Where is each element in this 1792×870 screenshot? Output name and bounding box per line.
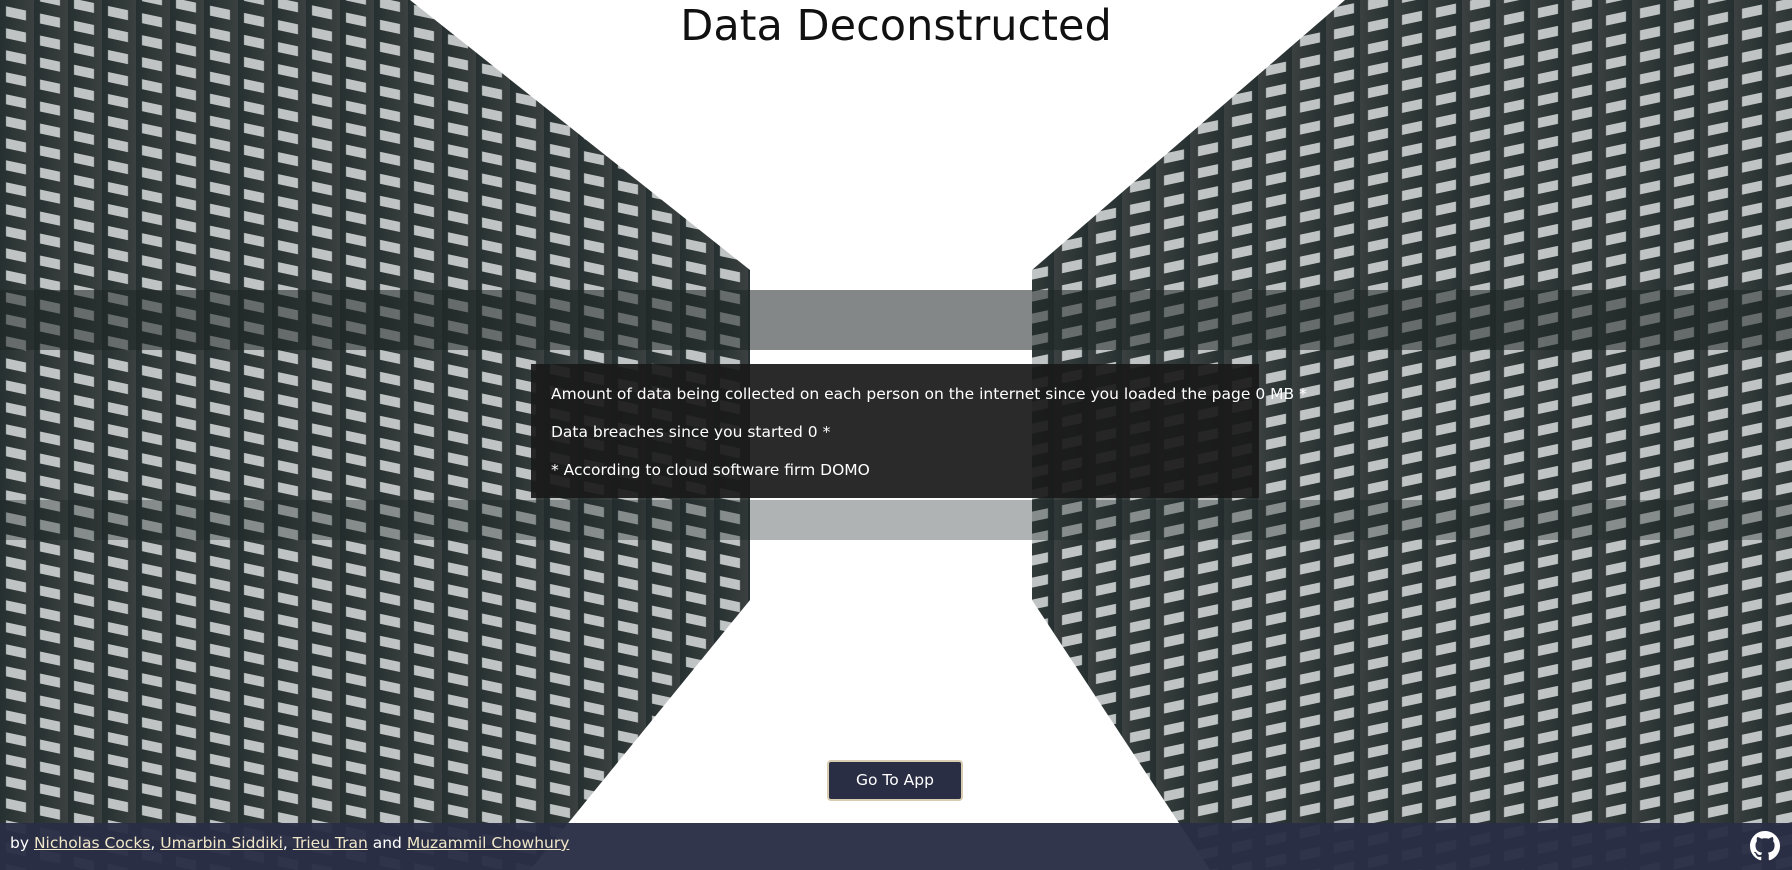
data-collected-label: Amount of data being collected on each p… xyxy=(551,385,1251,403)
data-collected-stat: Amount of data being collected on each p… xyxy=(551,382,1307,420)
data-collected-marker: * xyxy=(1299,385,1307,403)
breaches-value: 0 xyxy=(807,423,818,441)
data-collected-value: 0 MB xyxy=(1255,385,1295,403)
author-link-nicholas-cocks[interactable]: Nicholas Cocks xyxy=(34,834,150,852)
author-separator: , xyxy=(150,834,156,852)
go-to-app-button[interactable]: Go To App xyxy=(827,760,963,801)
breaches-label: Data breaches since you started xyxy=(551,423,803,441)
page-title: Data Deconstructed xyxy=(680,1,1112,51)
author-link-umarbin-siddiki[interactable]: Umarbin Siddiki xyxy=(160,834,283,852)
footer-conjunction: and xyxy=(372,834,402,852)
author-link-muzammil-chowhury[interactable]: Muzammil Chowhury xyxy=(407,834,570,852)
author-link-trieu-tran[interactable]: Trieu Tran xyxy=(293,834,368,852)
breaches-stat: Data breaches since you started 0 * xyxy=(551,420,1239,458)
breaches-marker: * xyxy=(822,423,831,441)
stats-panel: Amount of data being collected on each p… xyxy=(531,364,1307,498)
source-note: * According to cloud software firm DOMO xyxy=(551,461,870,479)
footer: by Nicholas Cocks, Umarbin Siddiki, Trie… xyxy=(0,823,1792,870)
landing-page: Data Deconstructed Amount of data being … xyxy=(0,0,1792,870)
author-separator: , xyxy=(282,834,288,852)
footer-prefix: by xyxy=(10,834,30,852)
github-icon[interactable] xyxy=(1750,831,1780,861)
